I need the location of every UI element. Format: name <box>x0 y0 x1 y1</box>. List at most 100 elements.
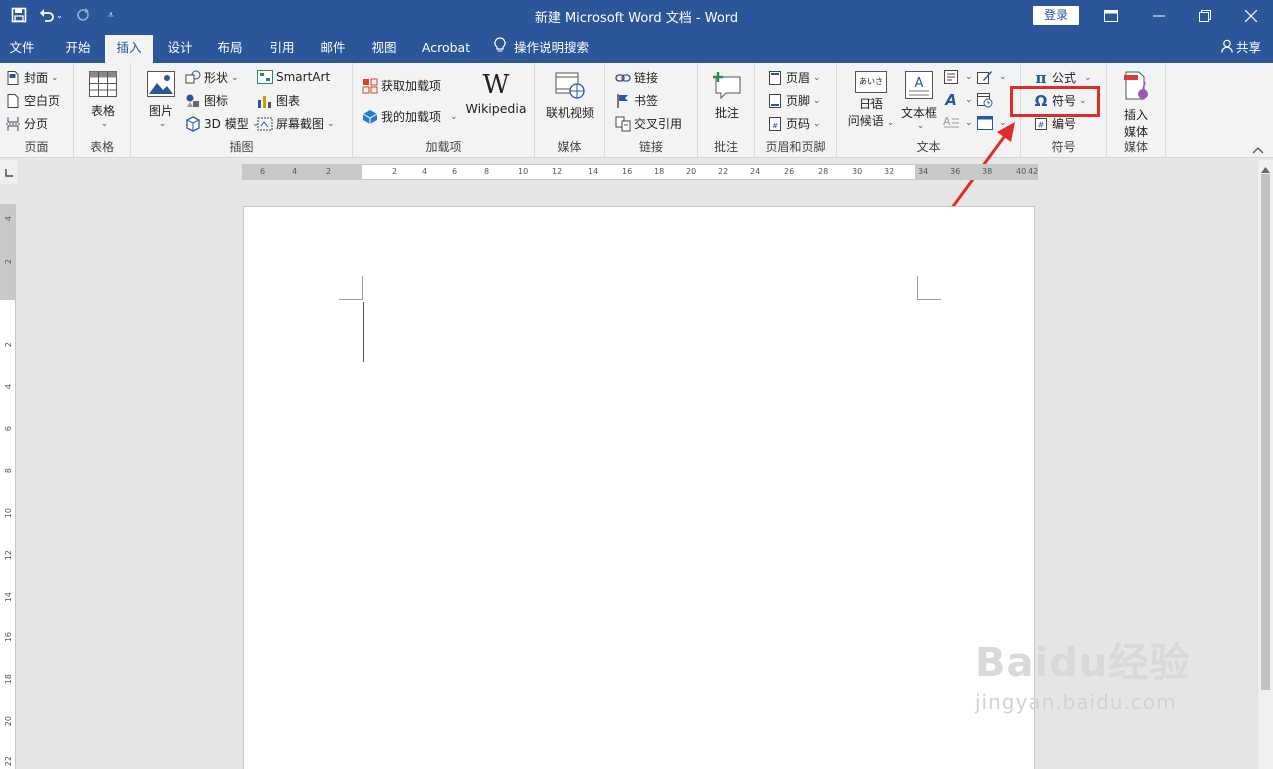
group-label-table: 表格 <box>89 140 114 154</box>
my-addins-icon <box>362 109 378 125</box>
vruler-tick: 4 <box>4 216 13 222</box>
page-break-icon <box>5 116 21 132</box>
tell-me-search[interactable]: 操作说明搜索 <box>494 32 604 63</box>
tab-design[interactable]: 设计 <box>160 32 200 63</box>
chart-icon <box>257 93 273 109</box>
vruler-tick: 4 <box>4 384 13 390</box>
hruler-tick: 16 <box>622 167 633 176</box>
vruler-tick: 12 <box>4 550 13 561</box>
insert-media-button[interactable]: 插入 媒体 <box>1117 71 1155 140</box>
share-button[interactable]: 共享 <box>1221 32 1261 64</box>
vertical-ruler[interactable]: 4 2 2 4 6 8 10 12 14 16 18 20 22 <box>0 204 16 769</box>
chart-button[interactable]: 图表 <box>257 92 300 109</box>
ribbon-display-options-icon[interactable] <box>1091 0 1131 32</box>
tab-insert[interactable]: 插入 <box>105 35 153 63</box>
picture-button[interactable]: 图片 ⌄ <box>145 71 177 129</box>
group-label-comments: 批注 <box>713 140 738 154</box>
login-button[interactable]: 登录 <box>1033 6 1079 25</box>
wordart-button[interactable]: A ⌄ <box>943 91 972 109</box>
restore-icon[interactable] <box>1185 0 1225 32</box>
title-bar: ⌄ ⩡ 新建 Microsoft Word 文档 - Word 登录 <box>0 0 1273 32</box>
group-media: 联机视频 媒体 <box>535 63 605 158</box>
vruler-tick: 16 <box>4 632 13 643</box>
collapse-ribbon-icon[interactable] <box>1252 143 1266 155</box>
tab-references[interactable]: 引用 <box>262 32 302 63</box>
quick-parts-button[interactable]: ⌄ <box>943 69 973 85</box>
hruler-tick: 8 <box>484 167 490 176</box>
bookmark-button[interactable]: 书签 <box>615 92 658 109</box>
blank-page-icon <box>5 93 21 109</box>
screenshot-button[interactable]: 屏幕截图 ⌄ <box>257 115 335 132</box>
vruler-tick: 22 <box>4 756 13 767</box>
group-label-header-footer: 页眉和页脚 <box>765 140 826 154</box>
vruler-tick: 14 <box>4 592 13 603</box>
tab-acrobat[interactable]: Acrobat <box>418 32 474 63</box>
svg-text:#: # <box>1038 120 1045 129</box>
watermark-url: jingyan.baidu.com <box>975 690 1177 714</box>
signature-line-button[interactable]: ⌄ <box>977 69 1007 85</box>
page-number-button[interactable]: # 页码 ⌄ <box>767 115 821 132</box>
horizontal-ruler[interactable]: 6 4 2 2 4 6 8 10 12 14 16 18 20 22 24 26 28 30 32 34 36 38 40 4… <box>242 164 1038 180</box>
group-label-media-insert: 媒体 <box>1123 140 1148 154</box>
tab-mailings[interactable]: 邮件 <box>313 32 353 63</box>
cover-page-icon <box>5 70 21 86</box>
link-button[interactable]: 链接 <box>615 69 658 86</box>
blank-page-button[interactable]: 空白页 <box>5 92 60 109</box>
header-button[interactable]: 页眉 ⌄ <box>767 69 821 86</box>
vruler-tick: 18 <box>4 674 13 685</box>
get-addins-button[interactable]: 获取加载项 <box>362 77 441 94</box>
number-button[interactable]: # 编号 <box>1033 115 1076 132</box>
online-video-button[interactable]: 联机视频 <box>542 71 598 121</box>
picture-icon <box>145 71 177 100</box>
equation-button[interactable]: π 公式 ⌄ <box>1033 69 1092 87</box>
lightbulb-icon <box>494 33 506 64</box>
group-comments: 批注 批注 <box>698 63 755 158</box>
comment-button[interactable]: 批注 <box>708 71 746 121</box>
page-number-icon: # <box>767 116 783 132</box>
screenshot-icon <box>257 116 273 132</box>
text-cursor <box>363 302 364 362</box>
icons-button[interactable]: 图标 <box>185 92 228 109</box>
table-button[interactable]: 表格 ⌄ <box>86 71 120 129</box>
hruler-tick: 30 <box>852 167 863 176</box>
hruler-tick: 18 <box>654 167 665 176</box>
wikipedia-button[interactable]: W Wikipedia <box>465 71 527 116</box>
vruler-tick: 6 <box>4 426 13 432</box>
svg-text:A: A <box>915 76 924 91</box>
cross-reference-button[interactable]: 交叉引用 <box>615 115 682 132</box>
vertical-scrollbar[interactable] <box>1257 160 1273 769</box>
tab-selector[interactable] <box>0 160 18 184</box>
hruler-tick: 32 <box>884 167 895 176</box>
group-addins: 获取加载项 我的加载项 ⌄ W Wikipedia 加载项 <box>353 63 535 158</box>
scrollbar-thumb[interactable] <box>1261 174 1270 690</box>
cross-reference-icon <box>615 116 631 132</box>
page-break-button[interactable]: 分页 <box>5 115 48 132</box>
wikipedia-icon: W <box>482 70 510 100</box>
window-title: 新建 Microsoft Word 文档 - Word <box>534 11 739 26</box>
close-icon[interactable] <box>1231 0 1271 32</box>
footer-icon <box>767 93 783 109</box>
tab-view[interactable]: 视图 <box>364 32 404 63</box>
hruler-tick: 42 <box>1028 167 1039 176</box>
3d-models-button[interactable]: 3D 模型 ⌄ <box>185 115 259 132</box>
margin-mark-top-left <box>339 276 363 300</box>
hruler-tick: 20 <box>686 167 697 176</box>
date-time-button[interactable] <box>977 92 996 108</box>
tab-file[interactable]: 文件 <box>0 32 44 63</box>
my-addins-button[interactable]: 我的加载项 ⌄ <box>362 108 458 125</box>
japanese-greetings-button[interactable]: あいさつ 日语 问候语 ⌄ <box>845 71 897 129</box>
smartart-button[interactable]: SmartArt <box>257 69 330 85</box>
tab-layout[interactable]: 布局 <box>210 32 250 63</box>
quick-parts-icon <box>943 69 959 85</box>
tab-home[interactable]: 开始 <box>56 32 100 63</box>
shapes-button[interactable]: 形状 ⌄ <box>185 69 239 86</box>
hruler-tick: 10 <box>518 167 529 176</box>
group-illustrations: 图片 ⌄ 形状 ⌄ 图标 3D 模型 ⌄ SmartArt 图表 屏幕截图 ⌄ 插图 <box>131 63 353 158</box>
group-label-media: 媒体 <box>557 140 582 154</box>
insert-media-icon <box>1117 71 1155 104</box>
footer-button[interactable]: 页脚 ⌄ <box>767 92 821 109</box>
scroll-up-icon[interactable] <box>1261 162 1270 173</box>
cover-page-button[interactable]: 封面 ⌄ <box>5 69 59 86</box>
minimize-icon[interactable] <box>1139 0 1179 32</box>
header-icon <box>767 70 783 86</box>
